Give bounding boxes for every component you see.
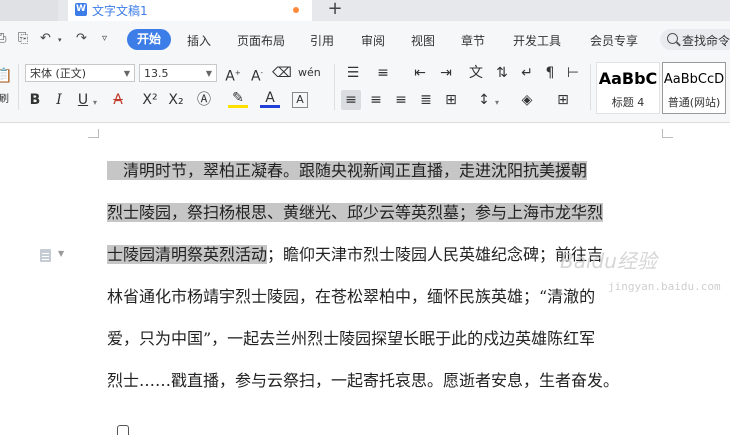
text-line[interactable]: 清明时节，翠柏正凝春。跟随央视新闻正直播，走进沈阳抗美援朝 bbox=[107, 153, 588, 189]
underline-icon[interactable]: U bbox=[73, 90, 93, 110]
text-line[interactable]: 林省通化市杨靖宇烈士陵园，在苍松翠柏中，缅怀民族英雄；“清澈的 bbox=[107, 279, 595, 315]
document-tab[interactable]: W 文字文稿1 bbox=[68, 0, 312, 21]
tab-developer[interactable]: 开发工具 bbox=[513, 32, 561, 49]
sort-icon[interactable]: ⇅ bbox=[492, 63, 512, 83]
command-search-label: 查找命令 bbox=[682, 34, 730, 48]
text-run: 林省通化市杨靖宇烈士陵园，在苍松翠柏中，缅怀民族英雄；“清澈的 bbox=[107, 287, 596, 306]
menu-bar: ⎙ ⎘ ↶ ▾ ↷ ▿ 开始 插入 页面布局 引用 审阅 视图 章节 开发工具 … bbox=[0, 21, 730, 58]
phonetic-guide-icon[interactable]: wén bbox=[298, 63, 321, 83]
text-run: 烈士……戳直播，参与云祭扫，一起寄托哀思。愿逝者安息，生者奋发。 bbox=[107, 371, 620, 390]
redo-icon[interactable]: ↷ bbox=[76, 31, 87, 46]
tab-insert[interactable]: 插入 bbox=[187, 32, 211, 49]
print-icon[interactable]: ⎘ bbox=[18, 31, 28, 46]
selected-text: 烈士陵园，祭扫杨根思、黄继光、邱少云等英烈墓；参与上海市龙华烈 bbox=[107, 203, 604, 222]
style-name: 标题 4 bbox=[611, 96, 645, 109]
tab-references[interactable]: 引用 bbox=[310, 32, 334, 49]
format-painter-icon[interactable]: 刷 bbox=[0, 90, 14, 110]
watermark: Baidu经验 bbox=[560, 249, 657, 273]
shading-icon[interactable]: ◈ bbox=[517, 90, 537, 110]
borders-icon[interactable]: ⊞ bbox=[553, 90, 573, 110]
increase-indent-icon[interactable]: ⇥ bbox=[436, 63, 456, 83]
underline-dropdown-icon[interactable]: ▾ bbox=[93, 98, 97, 107]
shrink-font-icon[interactable]: A- bbox=[247, 63, 267, 85]
chinese-layout-icon[interactable]: 文 bbox=[466, 63, 486, 83]
font-name-value: 宋体 (正文) bbox=[30, 67, 87, 80]
new-tab-button[interactable]: + bbox=[324, 0, 346, 19]
strikethrough-icon[interactable]: A bbox=[108, 90, 128, 110]
tab-page-layout[interactable]: 页面布局 bbox=[237, 32, 285, 49]
tab-home[interactable]: 开始 bbox=[127, 29, 171, 50]
style-heading4[interactable]: AaBbC 标题 4 bbox=[596, 62, 660, 114]
highlight-icon[interactable]: ✎ bbox=[228, 90, 248, 108]
clear-format-icon[interactable]: ⌫ bbox=[272, 63, 292, 83]
text-run: 爱，只为中国”，一起去兰州烈士陵园探望长眠于此的戍边英雄陈红军 bbox=[107, 329, 596, 348]
page-corner-mark bbox=[662, 129, 673, 138]
tab-member[interactable]: 会员专享 bbox=[590, 32, 638, 49]
bold-icon[interactable]: B bbox=[25, 90, 45, 110]
align-left-icon[interactable]: ≡ bbox=[341, 90, 361, 110]
ribbon-separator bbox=[334, 64, 335, 110]
subscript-icon[interactable]: X₂ bbox=[166, 90, 186, 110]
unsaved-indicator bbox=[293, 7, 299, 13]
italic-icon[interactable]: I bbox=[49, 90, 69, 110]
text-line[interactable]: 士陵园清明祭英烈活动；瞻仰天津市烈士陵园人民英雄纪念碑；前往吉 bbox=[107, 237, 603, 273]
writer-doc-icon: W bbox=[75, 3, 87, 16]
chevron-down-icon: ▼ bbox=[205, 69, 212, 78]
tab-review[interactable]: 审阅 bbox=[361, 32, 385, 49]
chevron-down-icon[interactable]: ▼ bbox=[58, 249, 64, 258]
paste-icon[interactable]: 📋 bbox=[0, 66, 14, 86]
font-size-value: 13.5 bbox=[144, 67, 169, 80]
superscript-icon[interactable]: X² bbox=[140, 90, 160, 110]
paragraph-handle-icon[interactable] bbox=[40, 249, 51, 262]
style-name: 普通(网站) bbox=[667, 96, 721, 109]
tab-chapter[interactable]: 章节 bbox=[461, 32, 485, 49]
numbered-list-icon[interactable]: ≡ bbox=[373, 63, 393, 83]
character-border-icon[interactable]: A bbox=[292, 92, 308, 108]
style-sample: AaBbC bbox=[598, 69, 658, 88]
show-marks-icon[interactable]: ↵ bbox=[517, 63, 537, 83]
text-effect-icon[interactable]: Ⓐ bbox=[194, 90, 214, 110]
font-size-select[interactable]: 13.5 ▼ bbox=[139, 64, 217, 82]
line-spacing-dropdown-icon[interactable]: ▾ bbox=[495, 98, 499, 107]
text-run: ；瞻仰天津市烈士陵园人民英雄纪念碑；前往吉 bbox=[267, 245, 604, 264]
line-spacing-icon[interactable]: ↕ bbox=[474, 90, 494, 110]
align-center-icon[interactable]: ≡ bbox=[366, 90, 386, 110]
bullet-list-icon[interactable]: ☰ bbox=[343, 63, 363, 83]
watermark-url: jingyan.baidu.com bbox=[608, 280, 721, 293]
justify-icon[interactable]: ≣ bbox=[416, 90, 436, 110]
home-ribbon: 📋 刷 宋体 (正文) ▼ 13.5 ▼ A+ A- ⌫ wén B I U ▾… bbox=[0, 58, 730, 123]
font-color-icon[interactable]: A bbox=[260, 90, 280, 108]
distributed-align-icon[interactable]: ⊞ bbox=[441, 90, 461, 110]
text-line[interactable]: 烈士……戳直播，参与云祭扫，一起寄托哀思。愿逝者安息，生者奋发。 bbox=[107, 363, 619, 399]
page-corner-mark bbox=[88, 129, 99, 138]
style-normal-web[interactable]: AaBbCcD 普通(网站) bbox=[662, 62, 726, 114]
tab-view[interactable]: 视图 bbox=[411, 32, 435, 49]
style-sample: AaBbCcD bbox=[663, 72, 725, 87]
ribbon-separator bbox=[590, 64, 591, 110]
text-line[interactable]: 烈士陵园，祭扫杨根思、黄继光、邱少云等英烈墓；参与上海市龙华烈 bbox=[107, 195, 604, 231]
undo-icon[interactable]: ↶ bbox=[40, 31, 51, 46]
align-right-icon[interactable]: ≡ bbox=[391, 90, 411, 110]
print-preview-icon[interactable]: ⎙ bbox=[0, 31, 6, 46]
selected-text: 士陵园清明祭英烈活动 bbox=[107, 245, 268, 264]
previous-tab[interactable] bbox=[0, 0, 58, 21]
chevron-down-icon: ▼ bbox=[123, 69, 130, 78]
paragraph-mark-icon[interactable]: ¶ bbox=[540, 63, 560, 83]
font-name-select[interactable]: 宋体 (正文) ▼ bbox=[25, 64, 135, 82]
grow-font-icon[interactable]: A+ bbox=[223, 63, 243, 85]
command-search[interactable]: 查找命令 bbox=[660, 29, 730, 50]
selected-text: 清明时节，翠柏正凝春。跟随央视新闻正直播，走进沈阳抗美援朝 bbox=[107, 161, 588, 180]
tab-strip: W 文字文稿1 + bbox=[0, 0, 730, 21]
page-break-icon bbox=[117, 425, 129, 435]
ribbon-separator bbox=[18, 64, 19, 110]
tab-stop-icon[interactable]: ⊢ bbox=[563, 63, 583, 83]
decrease-indent-icon[interactable]: ⇤ bbox=[410, 63, 430, 83]
search-icon bbox=[667, 33, 678, 44]
text-line[interactable]: 爱，只为中国”，一起去兰州烈士陵园探望长眠于此的戍边英雄陈红军 bbox=[107, 321, 595, 357]
customize-quick-access-icon[interactable]: ▿ bbox=[102, 33, 107, 44]
document-tab-title: 文字文稿1 bbox=[92, 4, 148, 18]
undo-dropdown-icon[interactable]: ▾ bbox=[58, 36, 62, 44]
